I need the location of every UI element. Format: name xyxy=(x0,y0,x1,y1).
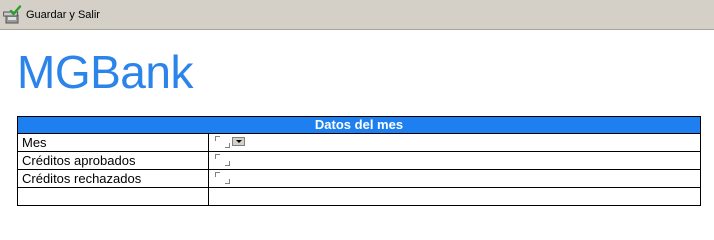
approved-credits-cell xyxy=(208,151,701,170)
save-exit-label: Guardar y Salir xyxy=(26,9,100,21)
toolbar: Guardar y Salir xyxy=(0,0,714,30)
monthly-data-form: Datos del mes Mes Créditos aprobados Cré… xyxy=(17,116,701,206)
empty-value-cell xyxy=(208,187,701,206)
bank-logo: MGBank xyxy=(17,46,193,98)
approved-credits-label: Créditos aprobados xyxy=(17,151,209,170)
form-header: Datos del mes xyxy=(17,116,701,134)
table-row: Mes xyxy=(17,133,701,152)
table-row xyxy=(17,187,701,206)
chevron-down-icon xyxy=(236,140,242,143)
table-row: Créditos aprobados xyxy=(17,151,701,170)
form-header-row: Datos del mes xyxy=(17,116,701,134)
month-cell xyxy=(208,133,701,152)
empty-label-cell xyxy=(17,187,209,206)
month-dropdown[interactable] xyxy=(213,135,249,150)
rejected-credits-cell xyxy=(208,169,701,188)
table-row: Créditos rechazados xyxy=(17,169,701,188)
save-exit-icon xyxy=(3,5,22,24)
month-label: Mes xyxy=(17,133,209,152)
dropdown-button[interactable] xyxy=(232,137,245,146)
save-exit-button[interactable]: Guardar y Salir xyxy=(3,5,100,25)
rejected-credits-label: Créditos rechazados xyxy=(17,169,209,188)
rejected-credits-input[interactable] xyxy=(213,171,233,186)
approved-credits-input[interactable] xyxy=(213,153,233,168)
